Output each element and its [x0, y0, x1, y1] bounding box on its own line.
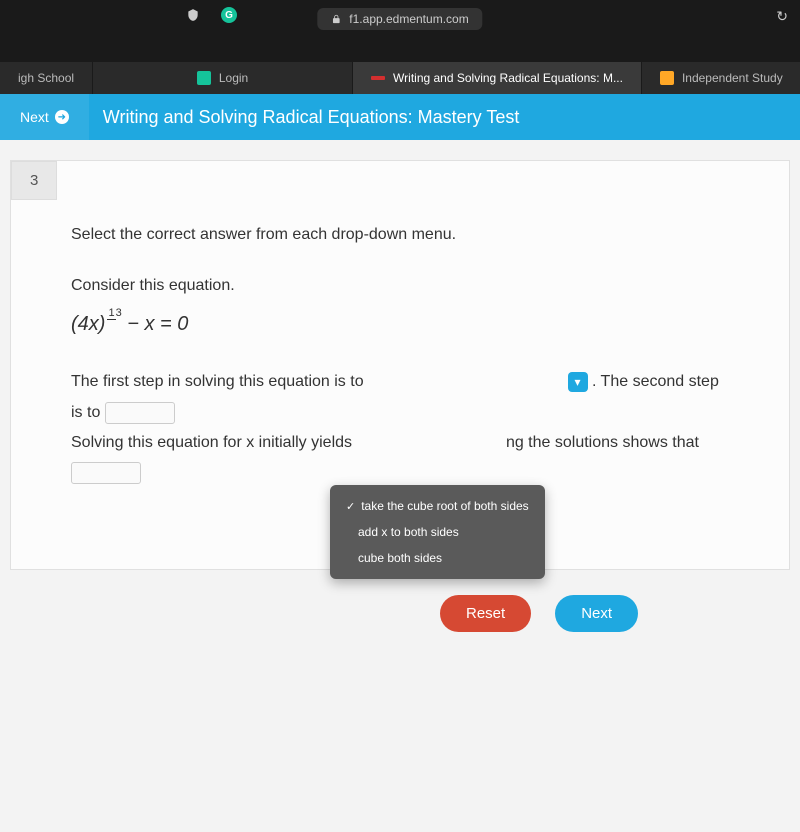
next-button[interactable]: Next [555, 595, 638, 632]
url-bar[interactable]: f1.app.edmentum.com [317, 8, 482, 30]
chevron-right-icon: ➜ [55, 110, 69, 124]
tab-independent-study[interactable]: Independent Study [642, 62, 800, 94]
tab-login[interactable]: Login [93, 62, 353, 94]
refresh-icon[interactable]: ↻ [776, 8, 788, 25]
consider-text: Consider this equation. [71, 272, 729, 299]
dropdown-option-cube-both[interactable]: cube both sides [330, 545, 545, 571]
problem-text: The first step in solving this equation … [71, 367, 729, 489]
tab-writing-solving[interactable]: Writing and Solving Radical Equations: M… [353, 62, 642, 94]
favicon-icon [660, 71, 674, 85]
favicon-icon [197, 71, 211, 85]
instruction-text: Select the correct answer from each drop… [71, 221, 729, 248]
content-area: 3 Select the correct answer from each dr… [0, 140, 800, 832]
dropdown-option-add-x[interactable]: add x to both sides [330, 519, 545, 545]
url-text: f1.app.edmentum.com [349, 12, 468, 26]
browser-tabs: igh School Login Writing and Solving Rad… [0, 62, 800, 94]
dropdown-menu: take the cube root of both sides add x t… [330, 485, 545, 579]
dropdown-toggle-1[interactable]: ▾ [568, 372, 588, 392]
page-title: Writing and Solving Radical Equations: M… [89, 107, 520, 128]
header-next-button[interactable]: Next ➜ [0, 94, 89, 140]
shield-icon[interactable] [185, 7, 201, 23]
favicon-icon [371, 71, 385, 85]
page-header: Next ➜ Writing and Solving Radical Equat… [0, 94, 800, 140]
question-number: 3 [11, 161, 57, 200]
buttons-row: Reset Next [440, 595, 638, 632]
dropdown-option-cube-root[interactable]: take the cube root of both sides [330, 493, 545, 519]
equation: (4x)13 − x = 0 [71, 307, 729, 341]
dropdown-field-2[interactable] [105, 402, 175, 424]
grammarly-icon[interactable]: G [221, 7, 237, 23]
tab-high-school[interactable]: igh School [0, 62, 93, 94]
lock-icon [331, 13, 341, 25]
reset-button[interactable]: Reset [440, 595, 531, 632]
dropdown-field-4[interactable] [71, 462, 141, 484]
browser-chrome: G f1.app.edmentum.com ↻ [0, 0, 800, 62]
